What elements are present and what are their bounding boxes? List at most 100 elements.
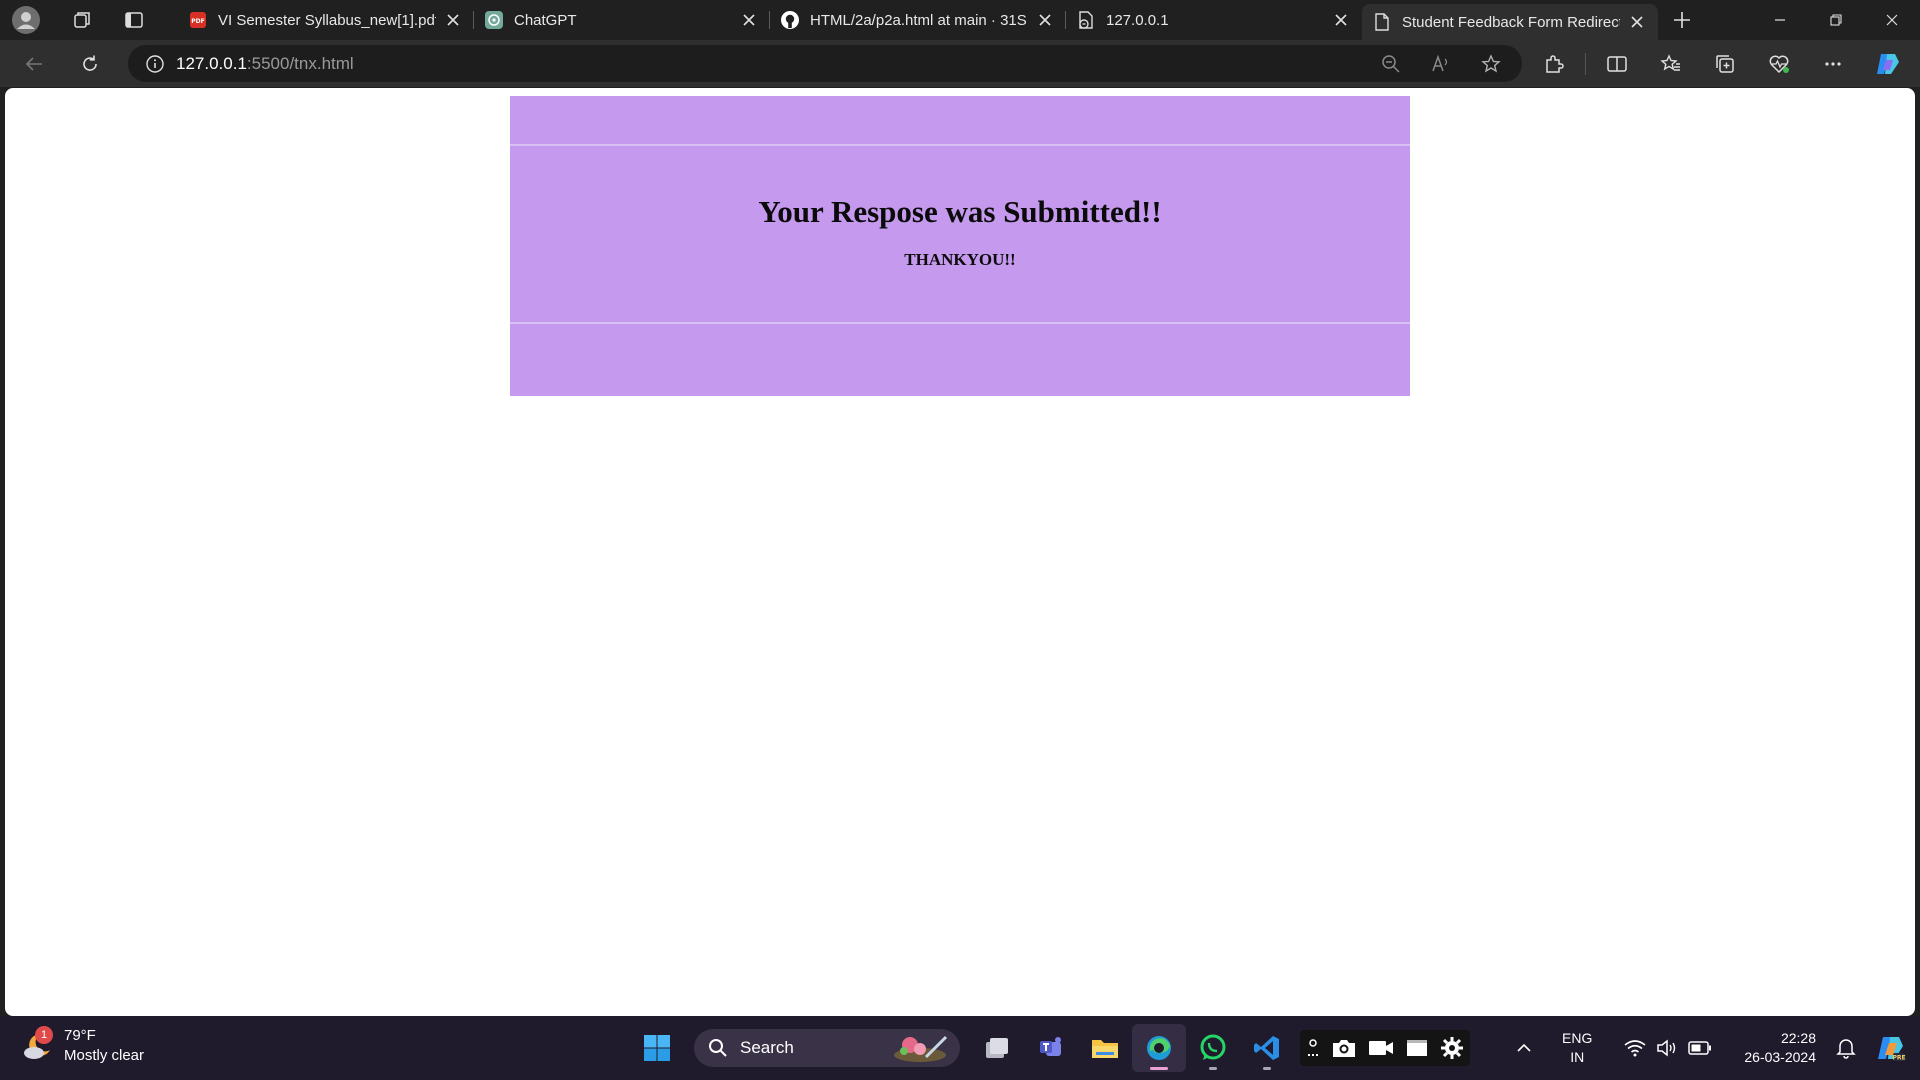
edge-icon xyxy=(1147,1036,1171,1060)
window-snip-icon xyxy=(1407,1040,1428,1056)
bell-icon xyxy=(1836,1039,1856,1059)
weather-temp: 79°F xyxy=(64,1027,96,1044)
taskbar-search[interactable]: Search xyxy=(694,1029,960,1067)
restore-button[interactable] xyxy=(1808,0,1864,40)
volume-icon xyxy=(1657,1039,1676,1057)
weather-moon-cloud-icon: 1 xyxy=(20,1026,56,1064)
vscode-button[interactable] xyxy=(1240,1024,1294,1072)
teams-button[interactable] xyxy=(1024,1024,1078,1072)
close-icon[interactable] xyxy=(1034,9,1056,31)
svg-text:PDF: PDF xyxy=(191,18,204,25)
clock-date[interactable]: 22:28 26-03-2024 xyxy=(1738,1028,1822,1068)
zoom-button[interactable] xyxy=(1366,45,1416,82)
profile-icon xyxy=(12,6,40,34)
new-tab-button[interactable] xyxy=(1662,0,1702,40)
battery-icon xyxy=(1688,1041,1712,1055)
tab-localhost[interactable]: 127.0.0.1 xyxy=(1066,0,1362,40)
region-code: IN xyxy=(1570,1049,1585,1065)
close-icon[interactable] xyxy=(1626,11,1648,33)
pdf-icon: PDF xyxy=(188,10,208,30)
language-code: ENG xyxy=(1562,1030,1593,1046)
clock-date-text: 26-03-2024 xyxy=(1744,1049,1816,1065)
close-window-button[interactable] xyxy=(1864,0,1920,40)
settings-more-button[interactable] xyxy=(1806,45,1860,82)
tab-github[interactable]: HTML/2a/p2a.html at main · 31S xyxy=(770,0,1066,40)
heart-pulse-icon xyxy=(1769,55,1789,73)
tab-feedback-active[interactable]: Student Feedback Form Redirect xyxy=(1362,4,1658,40)
weather-widget[interactable]: 1 79°F Mostly clear xyxy=(20,1026,144,1066)
info-icon xyxy=(146,54,164,73)
address-bar-actions xyxy=(1366,45,1516,82)
wifi-icon xyxy=(1624,1040,1646,1057)
tab-title: ChatGPT xyxy=(514,11,577,29)
vscode-icon xyxy=(1254,1036,1279,1060)
sync-file-icon xyxy=(1076,10,1096,30)
zoom-out-icon xyxy=(1382,54,1400,73)
favorite-button[interactable] xyxy=(1466,45,1516,82)
back-button[interactable] xyxy=(12,46,56,82)
copilot-icon: PRE xyxy=(1878,1037,1906,1062)
snipping-tool-button[interactable] xyxy=(1300,1030,1470,1066)
url-host: 127.0.0.1 xyxy=(176,53,247,73)
browser-toolbar: 127.0.0.1:5500/tnx.html xyxy=(0,40,1920,87)
refresh-button[interactable] xyxy=(68,46,112,82)
thank-you-text: THANKYOU!! xyxy=(904,250,1016,269)
close-icon[interactable] xyxy=(738,9,760,31)
gear-icon xyxy=(1441,1037,1464,1059)
copilot-icon xyxy=(1877,53,1899,74)
card-message-row: Your Respose was Submitted!! THANKYOU!! xyxy=(510,146,1410,324)
minimize-button[interactable] xyxy=(1752,0,1808,40)
copilot-taskbar-button[interactable]: PRE xyxy=(1868,1028,1912,1068)
page-viewport: Your Respose was Submitted!! THANKYOU!! xyxy=(5,88,1915,1016)
restore-icon xyxy=(1830,14,1842,26)
notifications-button[interactable] xyxy=(1830,1028,1862,1068)
split-screen-button[interactable] xyxy=(1590,45,1644,82)
language-indicator[interactable]: ENG IN xyxy=(1556,1028,1598,1068)
workspaces-icon xyxy=(74,12,90,28)
taskbar-apps: Search xyxy=(630,1024,1470,1072)
start-button[interactable] xyxy=(630,1024,684,1072)
favorites-list-icon xyxy=(1660,53,1680,71)
tab-syllabus-pdf[interactable]: PDF VI Semester Syllabus_new[1].pdf xyxy=(178,0,474,40)
close-icon[interactable] xyxy=(442,9,464,31)
url-path: :5500/tnx.html xyxy=(246,53,354,73)
show-hidden-icons-button[interactable] xyxy=(1510,1028,1538,1068)
windows-logo-icon xyxy=(644,1035,670,1061)
tab-chatgpt[interactable]: ChatGPT xyxy=(474,0,770,40)
network-volume-battery-button[interactable] xyxy=(1618,1028,1718,1068)
browser-essentials-button[interactable] xyxy=(1752,45,1806,82)
running-indicator xyxy=(1263,1067,1271,1070)
camera-icon xyxy=(1332,1040,1355,1057)
tab-actions-button[interactable] xyxy=(114,0,154,40)
url-text[interactable]: 127.0.0.1:5500/tnx.html xyxy=(176,54,354,74)
read-aloud-button[interactable] xyxy=(1416,45,1466,82)
profile-avatar[interactable] xyxy=(6,0,46,40)
copilot-button[interactable] xyxy=(1860,45,1914,82)
whatsapp-button[interactable] xyxy=(1186,1024,1240,1072)
submission-confirmation-card: Your Respose was Submitted!! THANKYOU!! xyxy=(510,96,1410,396)
close-icon xyxy=(1886,14,1898,26)
site-info-button[interactable] xyxy=(134,45,176,82)
file-explorer-button[interactable] xyxy=(1078,1024,1132,1072)
collections-button[interactable] xyxy=(1698,45,1752,82)
plus-icon xyxy=(1674,12,1690,28)
tab-strip: PDF VI Semester Syllabus_new[1].pdf Chat… xyxy=(0,0,1920,40)
system-tray: ENG IN 22:28 26-03-2024 PRE xyxy=(1510,1016,1920,1080)
refresh-icon xyxy=(83,55,97,71)
window-controls xyxy=(1752,0,1920,40)
search-highlight-art-icon xyxy=(894,1035,948,1062)
close-icon[interactable] xyxy=(1330,9,1352,31)
edge-browser-button[interactable] xyxy=(1132,1024,1186,1072)
task-view-button[interactable] xyxy=(970,1024,1024,1072)
workspaces-button[interactable] xyxy=(62,0,102,40)
clock-time: 22:28 xyxy=(1780,1030,1816,1046)
split-screen-icon xyxy=(1607,55,1627,72)
toolbar-actions xyxy=(1527,45,1920,82)
address-bar[interactable]: 127.0.0.1:5500/tnx.html xyxy=(128,45,1522,82)
extensions-button[interactable] xyxy=(1527,45,1581,82)
card-top-row xyxy=(510,96,1410,146)
tab-title: HTML/2a/p2a.html at main · 31S xyxy=(810,11,1027,29)
favorites-button[interactable] xyxy=(1644,45,1698,82)
chatgpt-icon xyxy=(484,10,504,30)
arrow-left-icon xyxy=(25,56,42,71)
